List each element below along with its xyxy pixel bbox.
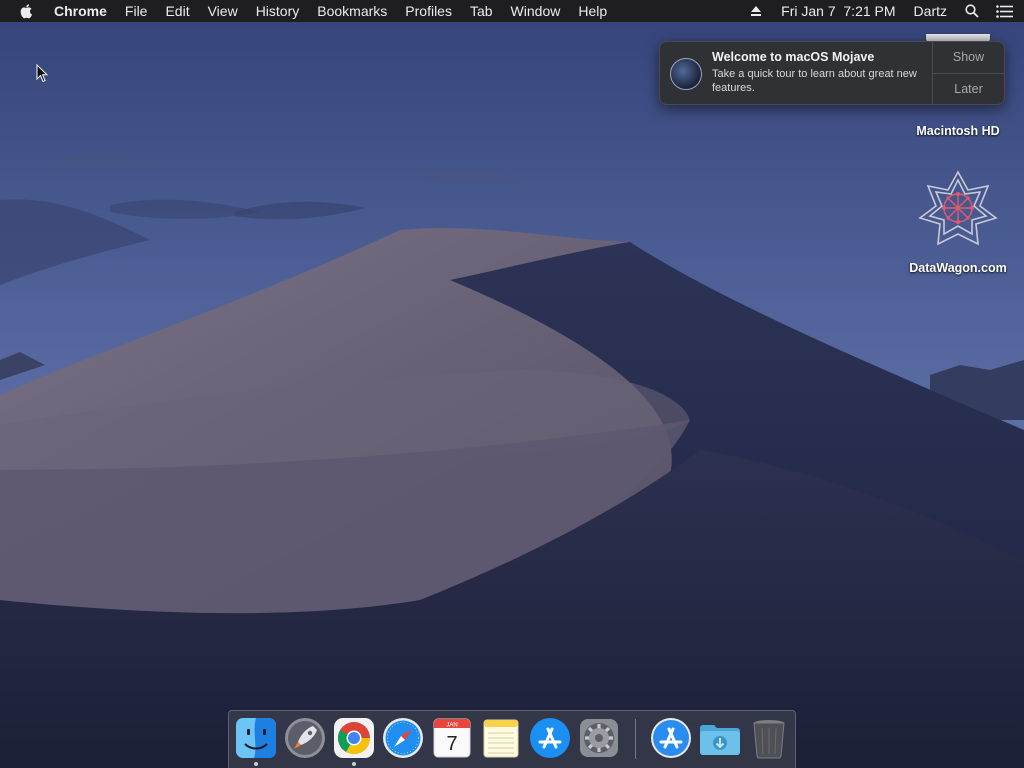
mouse-cursor-icon <box>36 64 48 83</box>
applications-folder-icon <box>651 718 691 758</box>
desktop-label-macintosh-hd: Macintosh HD <box>916 124 1000 138</box>
dock-item-safari[interactable] <box>381 716 425 760</box>
menu-app-name[interactable]: Chrome <box>54 0 116 22</box>
calendar-icon: JAN 7 <box>433 718 471 758</box>
notification-show-button[interactable]: Show <box>933 42 1004 73</box>
launchpad-icon <box>285 718 325 758</box>
dock-item-notes[interactable] <box>479 716 523 760</box>
downloads-folder-icon <box>700 725 740 755</box>
trash-icon <box>753 720 785 759</box>
notification-body: Welcome to macOS Mojave Take a quick tou… <box>712 42 932 104</box>
desktop-label-datawagon: DataWagon.com <box>909 261 1007 275</box>
apple-icon[interactable] <box>19 3 37 19</box>
notification-later-button[interactable]: Later <box>933 72 1004 105</box>
menu-file[interactable]: File <box>116 0 157 22</box>
notification-center-icon[interactable] <box>988 0 1020 22</box>
dock-item-system-preferences[interactable] <box>577 716 621 760</box>
dock-item-launchpad[interactable] <box>283 716 327 760</box>
desktop-wallpaper <box>0 0 1024 768</box>
welcome-notification[interactable]: Welcome to macOS Mojave Take a quick tou… <box>659 41 1005 105</box>
dock-item-applications[interactable] <box>649 716 693 760</box>
notes-icon <box>483 719 519 758</box>
menu-history[interactable]: History <box>247 0 309 22</box>
menu-bar-status-area: Fri Jan 7 7:21 PM Dartz <box>740 0 1024 22</box>
dock-item-chrome[interactable] <box>332 716 376 760</box>
datawagon-logo-icon <box>918 170 998 246</box>
finder-icon <box>236 718 276 758</box>
dock: JAN 7 <box>228 710 796 768</box>
notification-title: Welcome to macOS Mojave <box>712 50 875 64</box>
mojave-icon <box>670 58 702 90</box>
menu-tab[interactable]: Tab <box>461 0 502 22</box>
dock-running-indicator <box>254 762 258 766</box>
spotlight-search-icon[interactable] <box>956 0 988 22</box>
dock-item-downloads[interactable] <box>698 716 742 760</box>
menu-clock[interactable]: Fri Jan 7 7:21 PM <box>772 0 904 22</box>
dock-item-app-store[interactable] <box>528 716 572 760</box>
notification-actions: Show Later <box>932 42 1004 104</box>
chrome-icon <box>334 718 374 758</box>
system-preferences-icon <box>580 719 618 757</box>
eject-icon[interactable] <box>740 0 772 22</box>
dock-item-calendar[interactable]: JAN 7 <box>430 716 474 760</box>
notification-text: Take a quick tour to learn about great n… <box>712 68 917 94</box>
menu-window[interactable]: Window <box>502 0 570 22</box>
menu-user[interactable]: Dartz <box>905 0 956 22</box>
dock-item-trash[interactable] <box>747 716 791 760</box>
calendar-day-text: 7 <box>446 733 457 755</box>
dock-running-indicator <box>352 762 356 766</box>
app-store-icon <box>530 718 570 758</box>
dock-item-finder[interactable] <box>234 716 278 760</box>
menu-help[interactable]: Help <box>569 0 616 22</box>
safari-icon <box>383 718 423 758</box>
menu-profiles[interactable]: Profiles <box>396 0 461 22</box>
menu-edit[interactable]: Edit <box>156 0 198 22</box>
calendar-month-text: JAN <box>446 723 457 729</box>
menu-bookmarks[interactable]: Bookmarks <box>308 0 396 22</box>
menu-bar: Chrome File Edit View History Bookmarks … <box>0 0 1024 22</box>
dock-separator <box>635 719 636 759</box>
desktop-icon-datawagon[interactable]: DataWagon.com <box>896 168 1020 275</box>
menu-view[interactable]: View <box>199 0 247 22</box>
